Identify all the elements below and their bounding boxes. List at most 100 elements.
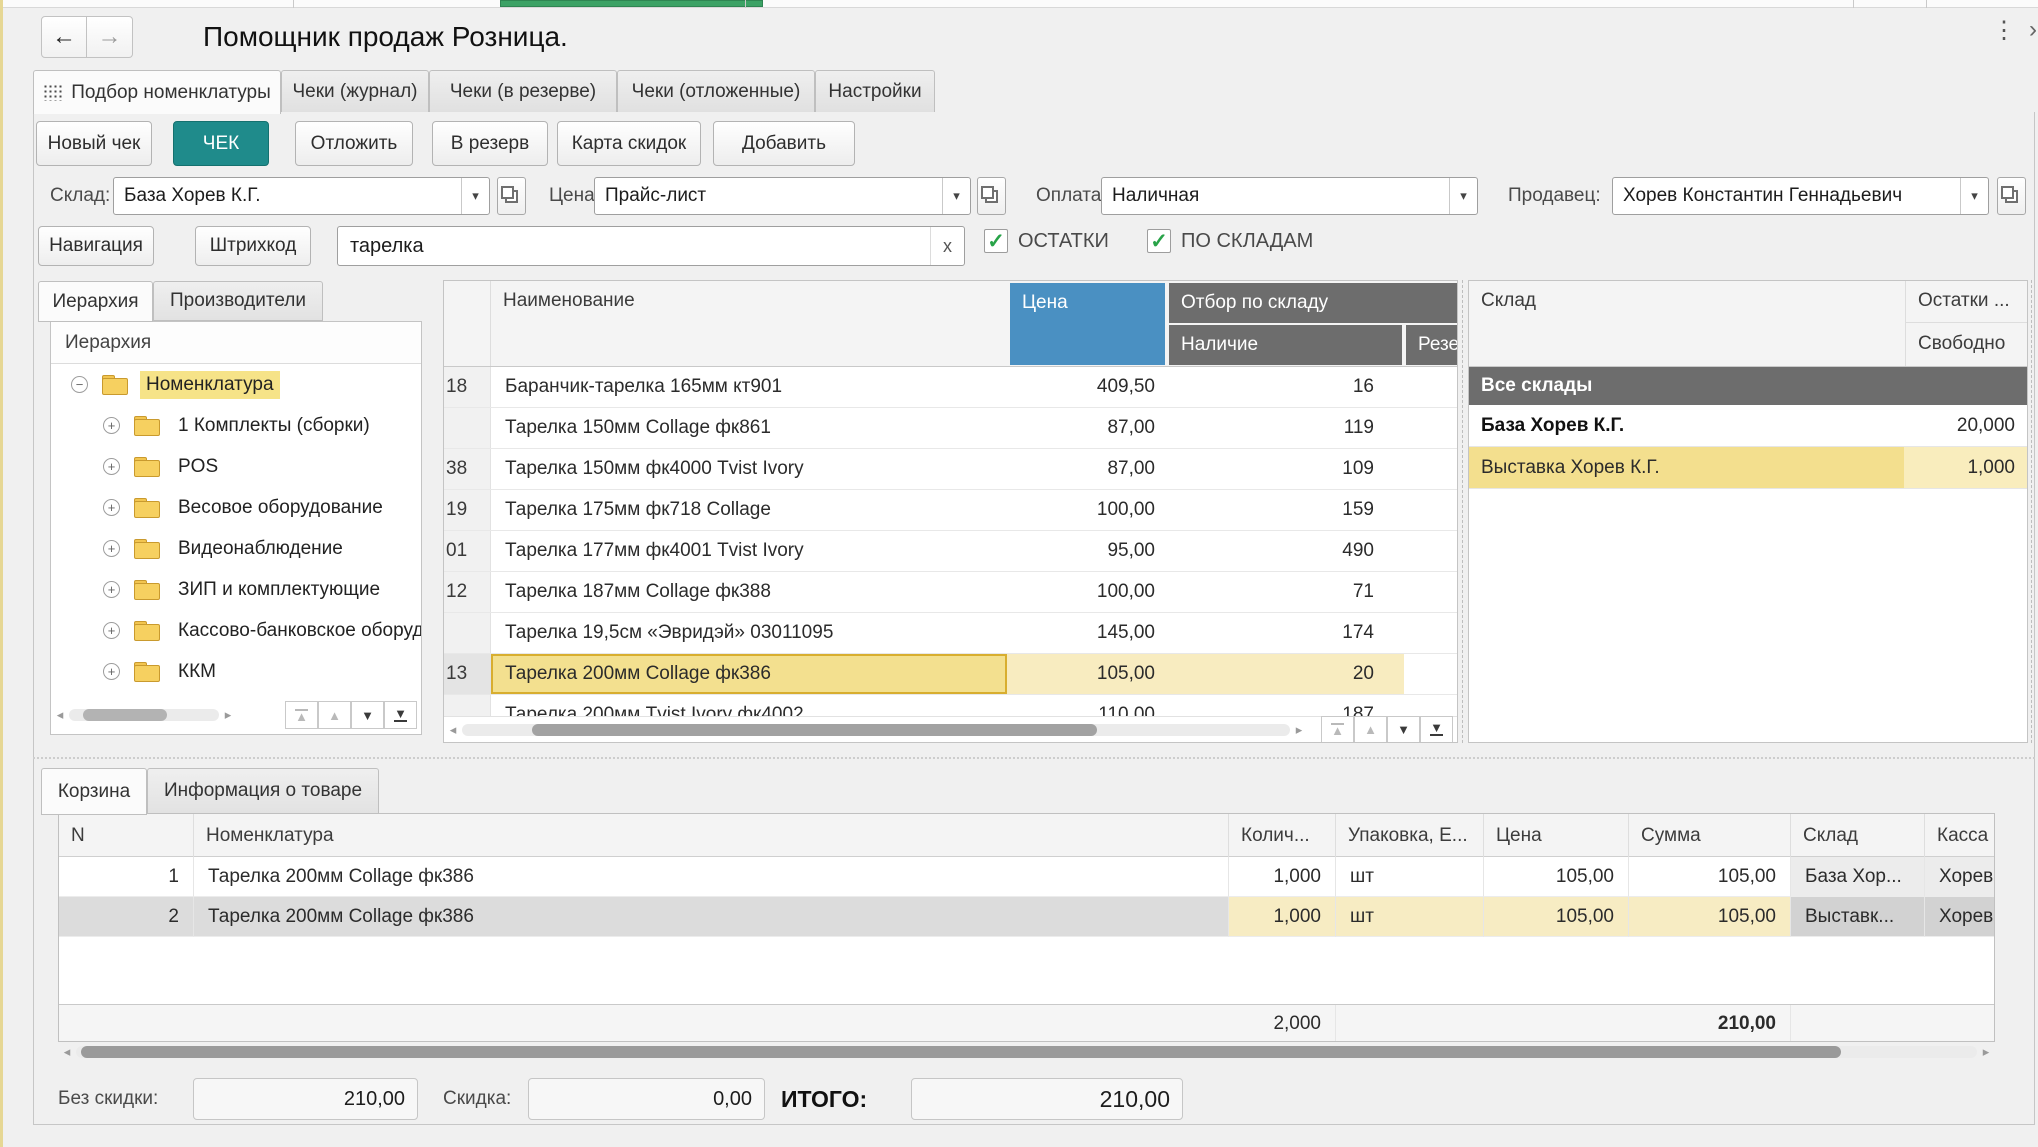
warehouse-row-all[interactable]: Все склады	[1469, 367, 2027, 405]
scroll-left-icon[interactable]: ◂	[444, 722, 462, 738]
tab-podbor-nomenklatury[interactable]: Подбор номенклатуры	[33, 70, 281, 114]
panel-splitter[interactable]	[2031, 280, 2032, 743]
scrollbar-track[interactable]	[76, 1046, 1977, 1058]
expand-icon[interactable]: +	[103, 417, 120, 434]
product-row[interactable]: 01 Тарелка 177мм фк4001 Tvist Ivory 95,0…	[444, 531, 1457, 572]
go-next-button[interactable]: ▼	[1387, 716, 1420, 744]
tab-cheki-zhurnal[interactable]: Чеки (журнал)	[281, 70, 429, 113]
product-row[interactable]: Тарелка 19,5см «Эвридэй» 03011095 145,00…	[444, 613, 1457, 654]
expand-icon[interactable]: +	[103, 663, 120, 680]
go-last-button[interactable]: ▼	[1420, 716, 1453, 744]
tree-item[interactable]: + 1 Комплекты (сборки)	[51, 405, 421, 446]
col-sum[interactable]: Сумма	[1629, 814, 1791, 857]
chevron-down-icon[interactable]: ▾	[942, 178, 970, 214]
seller-pick-button[interactable]	[1997, 177, 2026, 215]
product-row[interactable]: 19 Тарелка 175мм фк718 Collage 100,00 15…	[444, 490, 1457, 531]
search-input[interactable]	[337, 226, 965, 266]
code-column-header[interactable]	[444, 281, 491, 366]
warehouse-row-selected[interactable]: Выставка Хорев К.Г. 1,000	[1469, 447, 2027, 489]
reserve-column-header[interactable]: Резерв	[1406, 325, 1458, 365]
product-row[interactable]: 12 Тарелка 187мм Collage фк388 100,00 71	[444, 572, 1457, 613]
scroll-right-icon[interactable]: ▸	[1290, 722, 1308, 738]
col-pack[interactable]: Упаковка, Е...	[1336, 814, 1484, 857]
tab-cheki-otlozhennye[interactable]: Чеки (отложенные)	[617, 70, 815, 113]
go-prev-button[interactable]: ▲	[318, 701, 351, 729]
product-row[interactable]: 18 Баранчик-тарелка 165мм кт901 409,50 1…	[444, 367, 1457, 408]
tree-item-root[interactable]: − Номенклатура	[51, 364, 421, 405]
payment-combo[interactable]: Наличная ▾	[1101, 177, 1478, 215]
seller-combo[interactable]: Хорев Константин Геннадьевич ▾	[1612, 177, 1989, 215]
tab-nastroyki[interactable]: Настройки	[815, 70, 935, 113]
by-warehouse-checkbox[interactable]: ✓ ПО СКЛАДАМ	[1147, 229, 1313, 253]
warehouse-combo[interactable]: База Хорев К.Г. ▾	[113, 177, 490, 215]
go-prev-button[interactable]: ▲	[1354, 716, 1387, 744]
more-menu-icon[interactable]: ⋮	[1991, 16, 2017, 45]
warehouse-filter-header[interactable]: Отбор по складу	[1169, 283, 1457, 323]
price-pick-button[interactable]	[977, 177, 1006, 215]
barcode-button[interactable]: Штрихкод	[195, 226, 311, 266]
chevron-right-icon[interactable]: ›	[2025, 16, 2038, 44]
collapse-icon[interactable]: −	[71, 376, 88, 393]
reserve-button[interactable]: В резерв	[432, 121, 548, 166]
expand-icon[interactable]: +	[103, 458, 120, 475]
navigation-button[interactable]: Навигация	[38, 226, 154, 266]
go-next-button[interactable]: ▼	[351, 701, 384, 729]
price-column-header[interactable]: Цена	[1010, 283, 1165, 365]
go-first-button[interactable]: ▲	[285, 701, 318, 729]
col-qty[interactable]: Колич...	[1229, 814, 1336, 857]
tab-hierarchy[interactable]: Иерархия	[38, 281, 153, 322]
free-column-header[interactable]: Свободно	[1906, 324, 2028, 366]
tree-item[interactable]: + ЗИП и комплектующие	[51, 569, 421, 610]
tab-cheki-v-rezerve[interactable]: Чеки (в резерве)	[429, 70, 617, 113]
tree-item[interactable]: + Кассово-банковское оборуд	[51, 610, 421, 651]
check-button[interactable]: ЧЕК	[173, 121, 269, 166]
expand-icon[interactable]: +	[103, 540, 120, 557]
warehouse-row[interactable]: База Хорев К.Г. 20,000	[1469, 405, 2027, 447]
tab-item-info[interactable]: Информация о товаре	[147, 768, 379, 814]
scrollbar-track[interactable]	[69, 709, 219, 721]
price-combo[interactable]: Прайс-лист ▾	[594, 177, 971, 215]
scroll-left-icon[interactable]: ◂	[58, 1044, 76, 1060]
scrollbar-thumb[interactable]	[81, 1046, 1841, 1058]
expand-icon[interactable]: +	[103, 581, 120, 598]
expand-icon[interactable]: +	[103, 499, 120, 516]
col-price[interactable]: Цена	[1484, 814, 1629, 857]
product-row[interactable]: Тарелка 200мм Tvist Ivory фк4002 110,00 …	[444, 695, 1457, 718]
tree-item[interactable]: + Весовое оборудование	[51, 487, 421, 528]
scroll-right-icon[interactable]: ▸	[1977, 1044, 1995, 1060]
chevron-down-icon[interactable]: ▾	[461, 178, 489, 214]
clear-search-icon[interactable]: x	[930, 227, 964, 265]
product-row[interactable]: Тарелка 150мм Collage фк861 87,00 119	[444, 408, 1457, 449]
col-n[interactable]: N	[59, 814, 194, 857]
product-row-selected[interactable]: 13 Тарелка 200мм Collage фк386 105,00 20	[444, 654, 1457, 695]
cart-row[interactable]: 1 Тарелка 200мм Collage фк386 1,000 шт 1…	[59, 857, 1994, 897]
warehouse-pick-button[interactable]	[497, 177, 526, 215]
product-row[interactable]: 38 Тарелка 150мм фк4000 Tvist Ivory 87,0…	[444, 449, 1457, 490]
col-warehouse[interactable]: Склад	[1791, 814, 1925, 857]
col-kassa[interactable]: Касса ККМ	[1925, 814, 1995, 857]
chevron-down-icon[interactable]: ▾	[1449, 178, 1477, 214]
add-button[interactable]: Добавить	[713, 121, 855, 166]
chevron-down-icon[interactable]: ▾	[1960, 178, 1988, 214]
scrollbar-thumb[interactable]	[532, 724, 1097, 736]
tab-cart[interactable]: Корзина	[41, 768, 147, 815]
scroll-right-icon[interactable]: ▸	[219, 707, 237, 723]
go-last-button[interactable]: ▼	[384, 701, 417, 729]
cart-row-selected[interactable]: 2 Тарелка 200мм Collage фк386 1,000 шт 1…	[59, 897, 1994, 937]
panel-splitter[interactable]	[1462, 280, 1463, 743]
remainders-checkbox[interactable]: ✓ ОСТАТКИ	[984, 229, 1109, 253]
new-check-button[interactable]: Новый чек	[36, 121, 152, 166]
tree-item[interactable]: + POS	[51, 446, 421, 487]
discount-card-button[interactable]: Карта скидок	[557, 121, 701, 166]
col-nomenclature[interactable]: Номенклатура	[194, 814, 1229, 857]
go-first-button[interactable]: ▲	[1321, 716, 1354, 744]
scrollbar-thumb[interactable]	[83, 709, 167, 721]
remainders-column-header[interactable]: Остатки ...	[1906, 281, 2028, 323]
forward-button[interactable]: →	[87, 16, 133, 58]
back-button[interactable]: ←	[41, 16, 87, 58]
availability-column-header[interactable]: Наличие	[1169, 325, 1402, 365]
tree-item[interactable]: + ККМ	[51, 651, 421, 692]
postpone-button[interactable]: Отложить	[295, 121, 413, 166]
tab-manufacturers[interactable]: Производители	[153, 281, 323, 321]
scroll-left-icon[interactable]: ◂	[51, 707, 69, 723]
